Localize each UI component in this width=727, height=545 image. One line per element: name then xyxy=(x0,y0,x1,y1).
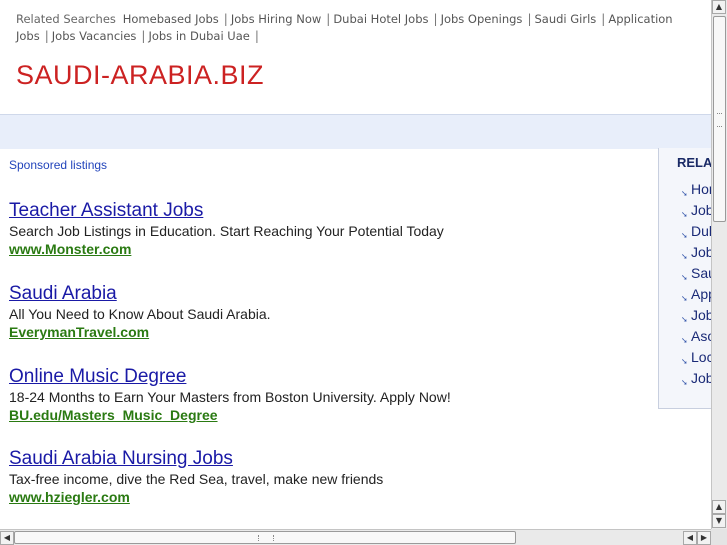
sponsored-listings-label: Sponsored listings xyxy=(9,158,108,172)
vertical-scrollbar[interactable]: ▲ ▲ ▼ xyxy=(711,0,727,529)
related-search-link[interactable]: Saudi Girls xyxy=(534,12,596,26)
ad-title-link[interactable]: Saudi Arabia xyxy=(9,283,649,305)
page-viewport: Related Searches Homebased Jobs | Jobs Hir… xyxy=(0,0,711,529)
related-search-link[interactable]: Jobs Vacancies xyxy=(52,29,137,43)
scroll-up-icon[interactable]: ▲ xyxy=(712,0,726,14)
scrollbar-corner xyxy=(711,529,727,545)
arrow-bullet-icon: ➘ xyxy=(681,189,688,198)
ad-url-link[interactable]: www.hziegler.com xyxy=(9,489,649,506)
ad-listing: Online Music Degree 18-24 Months to Earn… xyxy=(9,366,649,424)
ad-title-link[interactable]: Online Music Degree xyxy=(9,366,649,388)
scroll-left-icon[interactable]: ◀ xyxy=(683,531,697,545)
ad-url-link[interactable]: EverymanTravel.com xyxy=(9,324,649,341)
sidebar-link[interactable]: App xyxy=(691,286,711,303)
related-searches-label: Related Searches xyxy=(16,12,116,26)
related-search-link[interactable]: Homebased Jobs xyxy=(123,12,219,26)
related-search-link[interactable]: Jobs in Dubai Uae xyxy=(148,29,249,43)
arrow-bullet-icon: ➘ xyxy=(681,252,688,261)
sidebar-link[interactable]: Job xyxy=(691,244,711,261)
ad-description: All You Need to Know About Saudi Arabia. xyxy=(9,306,271,322)
horizontal-scrollbar[interactable]: ◀ ◀ ▶ xyxy=(0,529,711,545)
sidebar-link[interactable]: Aso xyxy=(691,328,711,345)
arrow-bullet-icon: ➘ xyxy=(681,210,688,219)
arrow-bullet-icon: ➘ xyxy=(681,294,688,303)
ad-listing: Saudi Arabia Nursing Jobs Tax-free incom… xyxy=(9,448,649,506)
sidebar-link[interactable]: Loc xyxy=(691,349,711,366)
related-search-link[interactable]: Dubai Hotel Jobs xyxy=(333,12,428,26)
ad-listing: Saudi Arabia All You Need to Know About … xyxy=(9,283,649,341)
related-search-link[interactable]: Jobs Openings xyxy=(441,12,523,26)
arrow-bullet-icon: ➘ xyxy=(681,315,688,324)
ad-listing: Teacher Assistant Jobs Search Job Listin… xyxy=(9,200,649,258)
sidebar-link[interactable]: Job xyxy=(691,307,711,324)
ad-description: Tax-free income, dive the Red Sea, trave… xyxy=(9,471,384,487)
related-sidebar: RELAT ➘Hor ➘Job ➘Dul ➘Job ➘Sau ➘App ➘Job… xyxy=(658,148,711,409)
grip-icon xyxy=(258,535,274,541)
separator: | xyxy=(601,12,606,26)
sidebar-link[interactable]: Job xyxy=(691,202,711,219)
arrow-bullet-icon: ➘ xyxy=(681,336,688,345)
ad-description: Search Job Listings in Education. Start … xyxy=(9,223,444,239)
sidebar-link[interactable]: Sau xyxy=(691,265,711,282)
grip-icon xyxy=(717,113,722,127)
related-searches-bar: Related Searches Homebased Jobs | Jobs Hir… xyxy=(16,11,711,45)
arrow-bullet-icon: ➘ xyxy=(681,231,688,240)
scroll-left-icon[interactable]: ◀ xyxy=(0,531,14,545)
ad-title-link[interactable]: Saudi Arabia Nursing Jobs xyxy=(9,448,649,470)
arrow-bullet-icon: ➘ xyxy=(681,357,688,366)
sidebar-link[interactable]: Job xyxy=(691,370,711,387)
arrow-bullet-icon: ➘ xyxy=(681,273,688,282)
ad-url-link[interactable]: www.Monster.com xyxy=(9,241,649,258)
sidebar-link[interactable]: Dul xyxy=(691,223,711,240)
banner-strip xyxy=(0,114,711,149)
separator: | xyxy=(141,29,146,43)
sidebar-link[interactable]: Hor xyxy=(691,181,711,198)
separator: | xyxy=(44,29,49,43)
separator: | xyxy=(527,12,532,26)
scroll-up-icon[interactable]: ▲ xyxy=(712,500,726,514)
separator: | xyxy=(223,12,228,26)
scroll-right-icon[interactable]: ▶ xyxy=(697,531,711,545)
ad-description: 18-24 Months to Earn Your Masters from B… xyxy=(9,389,451,405)
sidebar-heading: RELAT xyxy=(677,155,711,170)
scroll-down-icon[interactable]: ▼ xyxy=(712,514,726,528)
site-title[interactable]: SAUDI-ARABIA.BIZ xyxy=(16,60,264,91)
separator: | xyxy=(326,12,331,26)
ad-title-link[interactable]: Teacher Assistant Jobs xyxy=(9,200,649,222)
separator: | xyxy=(254,29,259,43)
arrow-bullet-icon: ➘ xyxy=(681,378,688,387)
vertical-scroll-thumb[interactable] xyxy=(713,16,726,222)
related-search-link[interactable]: Jobs Hiring Now xyxy=(231,12,321,26)
separator: | xyxy=(433,12,438,26)
horizontal-scroll-thumb[interactable] xyxy=(14,531,516,544)
ad-url-link[interactable]: BU.edu/Masters_Music_Degree xyxy=(9,407,649,424)
